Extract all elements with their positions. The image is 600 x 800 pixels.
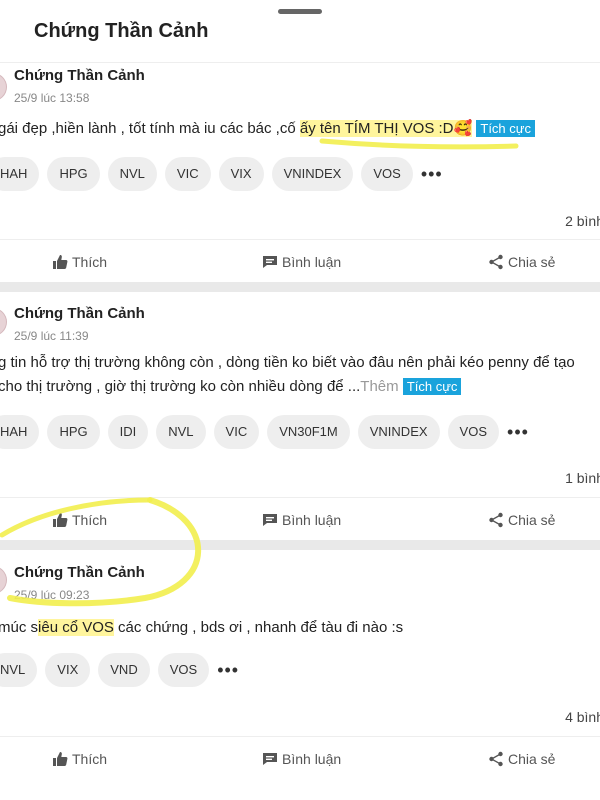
post-actions: Thích Bình luận Chia sẻ (0, 239, 600, 284)
comment-count[interactable]: 1 bình (565, 470, 600, 486)
post-text-line: cho thị trường , giờ thị trường ko còn n… (0, 378, 361, 395)
thumbs-up-icon (53, 255, 68, 269)
comment-icon (263, 514, 277, 526)
stock-tag[interactable]: NVL (0, 653, 38, 687)
page-header: Chứng Thần Cảnh (0, 0, 600, 63)
post-card: Chứng Thần Cảnh 25/9 lúc 11:39 g tin hỗ … (0, 292, 600, 539)
post-card: Chứng Thần Cảnh 25/9 lúc 09:23 múc siêu … (0, 550, 600, 800)
post-content: g tin hỗ trợ thị trường không còn , dòng… (0, 351, 600, 399)
stock-tag[interactable]: HAH (0, 415, 40, 449)
share-button[interactable]: Chia sẻ (488, 737, 555, 781)
stock-tag[interactable]: HPG (47, 157, 100, 191)
comment-icon (263, 753, 277, 765)
share-icon (489, 751, 503, 767)
comment-button[interactable]: Bình luận (262, 498, 341, 542)
thumbs-up-icon (53, 752, 68, 766)
post-content: múc siêu cổ VOS các chứng , bds ơi , nha… (0, 616, 600, 640)
stock-tag[interactable]: VOS (447, 415, 500, 449)
tag-list: HAH HPG IDI NVL VIC VN30F1M VNINDEX VOS ••• (0, 415, 529, 451)
share-icon (489, 254, 503, 270)
see-more-link[interactable]: Thêm (360, 378, 398, 395)
like-button[interactable]: Thích (52, 498, 107, 542)
more-tags-icon[interactable]: ••• (217, 660, 239, 681)
sentiment-badge: Tích cực (476, 120, 535, 137)
stock-tag[interactable]: VND (98, 653, 150, 687)
post-text: gái đẹp ,hiền lành , tốt tính mà iu các … (0, 120, 300, 137)
stock-tag[interactable]: VNINDEX (357, 415, 440, 449)
post-actions: Thích Bình luận Chia sẻ (0, 736, 600, 781)
more-tags-icon[interactable]: ••• (421, 164, 443, 185)
sentiment-badge: Tích cực (402, 378, 462, 395)
post-separator (0, 282, 600, 292)
stock-tag[interactable]: VIX (218, 157, 264, 191)
stock-tag[interactable]: HPG (47, 415, 100, 449)
stock-tag[interactable]: VN30F1M (267, 415, 350, 449)
stock-tag[interactable]: VNINDEX (271, 157, 354, 191)
comment-button[interactable]: Bình luận (262, 240, 341, 284)
stock-tag[interactable]: VIC (164, 157, 211, 191)
post-text-line: g tin hỗ trợ thị trường không còn , dòng… (0, 354, 575, 371)
post-text: múc s (0, 619, 39, 636)
stock-tag[interactable]: VIC (213, 415, 260, 449)
avatar[interactable] (0, 308, 7, 336)
like-button[interactable]: Thích (52, 737, 107, 781)
thumbs-up-icon (53, 513, 68, 527)
share-button[interactable]: Chia sẻ (488, 240, 555, 284)
stock-tag[interactable]: VIX (45, 653, 91, 687)
post-actions: Thích Bình luận Chia sẻ (0, 497, 600, 542)
comment-icon (263, 256, 277, 268)
highlighted-text: ấy tên TÍM THỊ VOS :D🥰 (299, 120, 473, 137)
page-title: Chứng Thần Cảnh (34, 20, 209, 42)
share-button[interactable]: Chia sẻ (488, 498, 555, 542)
comment-count[interactable]: 2 bình (565, 213, 600, 229)
avatar[interactable] (0, 566, 7, 594)
post-content: gái đẹp ,hiền lành , tốt tính mà iu các … (0, 117, 600, 141)
post-author[interactable]: Chứng Thần Cảnh (14, 67, 145, 84)
stock-tag[interactable]: VOS (157, 653, 210, 687)
tag-list: HAH HPG NVL VIC VIX VNINDEX VOS ••• (0, 157, 443, 193)
like-button[interactable]: Thích (52, 240, 107, 284)
post-author[interactable]: Chứng Thần Cảnh (14, 305, 145, 322)
stock-tag[interactable]: VOS (361, 157, 413, 191)
post-separator (0, 540, 600, 550)
drag-handle[interactable] (278, 9, 322, 14)
stock-tag[interactable]: NVL (156, 415, 206, 449)
highlighted-text: iêu cổ VOS (38, 619, 114, 636)
comment-button[interactable]: Bình luận (262, 737, 341, 781)
stock-tag[interactable]: NVL (107, 157, 157, 191)
post-time: 25/9 lúc 13:58 (14, 91, 90, 105)
post-time: 25/9 lúc 09:23 (14, 588, 90, 602)
post-text: các chứng , bds ơi , nhanh để tàu đi nào… (113, 619, 404, 636)
post-author[interactable]: Chứng Thần Cảnh (14, 564, 145, 581)
avatar[interactable] (0, 73, 7, 101)
post-time: 25/9 lúc 11:39 (14, 329, 89, 343)
stock-tag[interactable]: IDI (107, 415, 149, 449)
more-tags-icon[interactable]: ••• (507, 422, 529, 443)
post-card: Chứng Thần Cảnh 25/9 lúc 13:58 gái đẹp ,… (0, 63, 600, 281)
stock-tag[interactable]: HAH (0, 157, 40, 191)
comment-count[interactable]: 4 bình (565, 709, 600, 725)
share-icon (489, 512, 503, 528)
tag-list: NVL VIX VND VOS ••• (0, 653, 239, 689)
